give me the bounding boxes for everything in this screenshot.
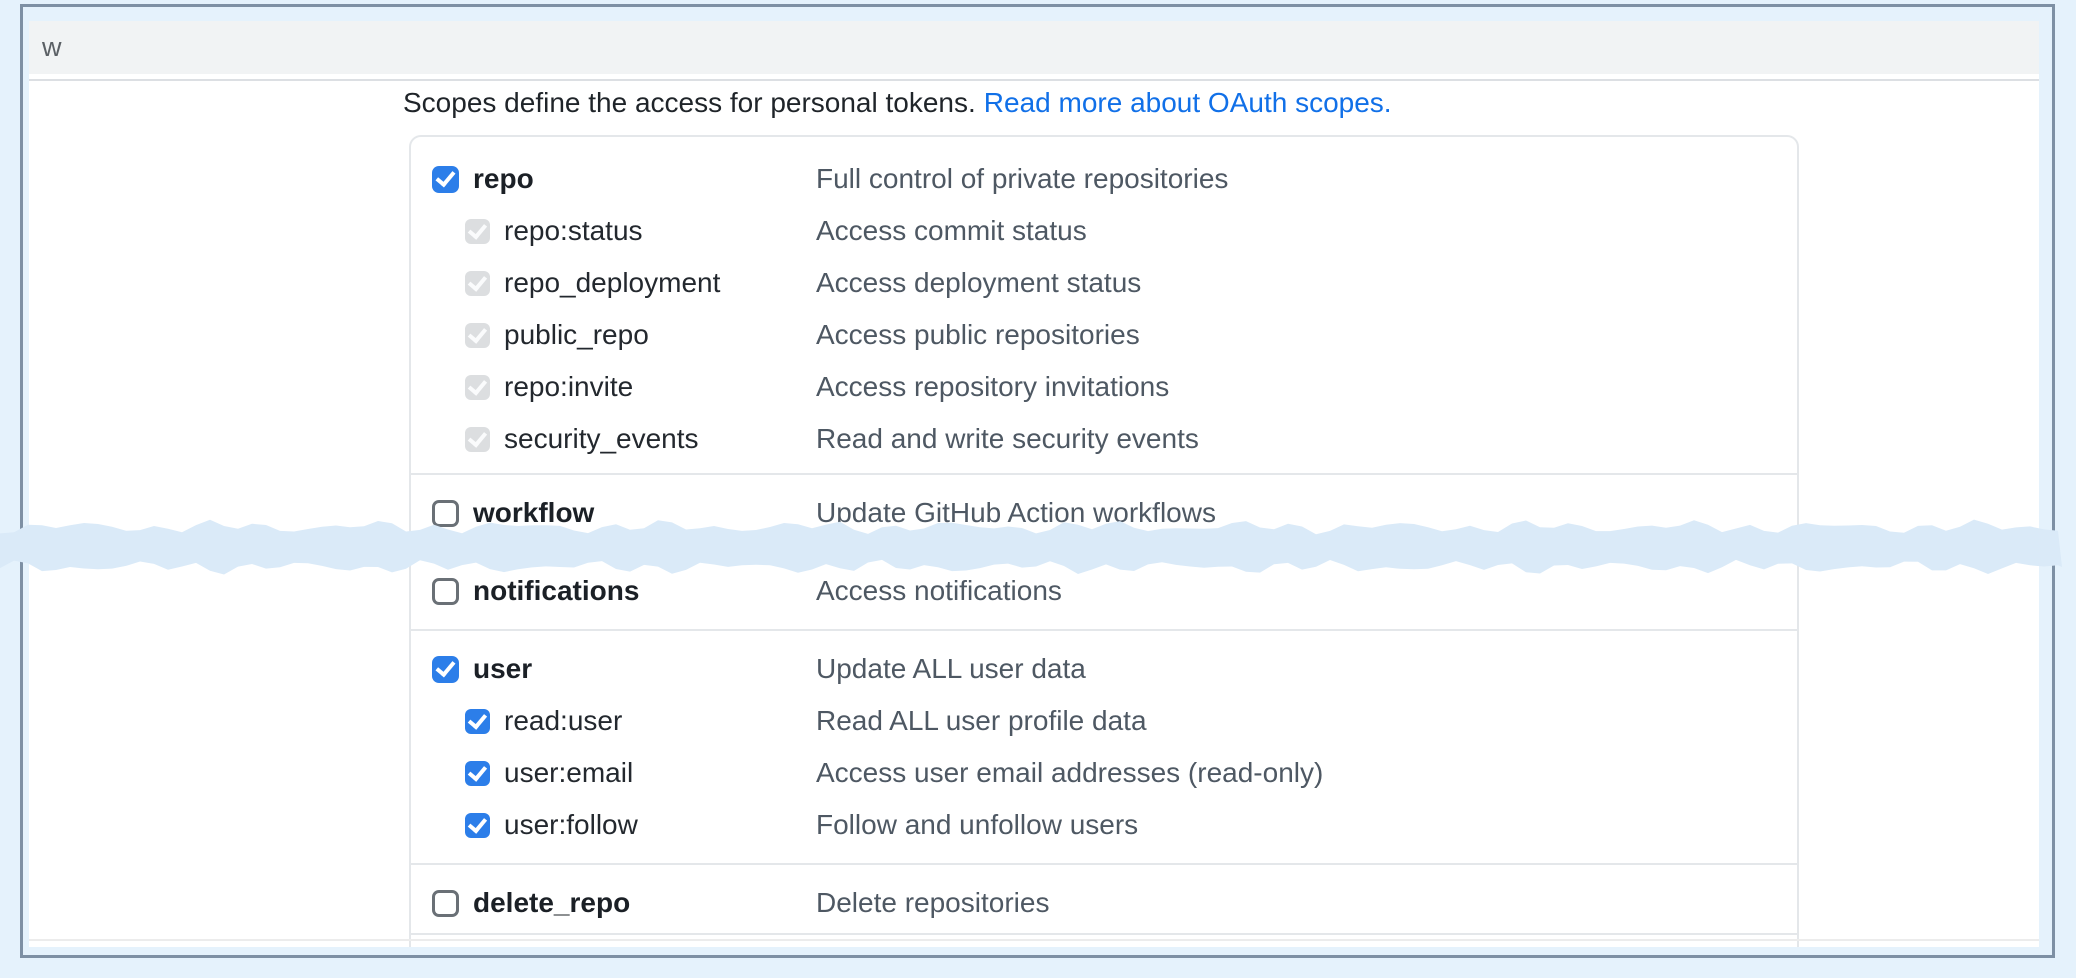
scope-label[interactable]: user:follow (504, 809, 638, 841)
repo-checkbox[interactable] (432, 166, 459, 193)
oauth-scopes-link[interactable]: Read more about OAuth scopes. (984, 87, 1392, 118)
scope-label: repo:invite (504, 371, 633, 403)
content-bottom-divider (29, 939, 2039, 941)
address-bar[interactable] (29, 21, 1436, 74)
scope-row-workflow: workflow Update GitHub Action workflows (411, 487, 1797, 539)
scope-description: Update ALL user data (816, 653, 1086, 685)
user-email-checkbox[interactable] (465, 761, 490, 786)
scope-row-repo-status: repo:status Access commit status (411, 205, 1797, 257)
workflow-checkbox[interactable] (432, 500, 459, 527)
scopes-intro-text: Scopes define the access for personal to… (403, 87, 976, 118)
scope-description: Access deployment status (816, 267, 1141, 299)
read-user-checkbox[interactable] (465, 709, 490, 734)
notifications-checkbox[interactable] (432, 578, 459, 605)
scope-label: repo_deployment (504, 267, 720, 299)
scope-section: user Update ALL user data read:user Read AL… (411, 629, 1797, 863)
scope-row-user-follow: user:follow Follow and unfollow users (411, 799, 1797, 851)
scope-description: Delete repositories (816, 887, 1049, 919)
security-events-checkbox (465, 427, 490, 452)
scopes-box: repo Full control of private repositories… (409, 135, 1799, 947)
scopes-intro: Scopes define the access for personal to… (403, 87, 1392, 119)
page: Scopes define the access for personal to… (0, 0, 2076, 978)
scope-label[interactable]: repo (473, 163, 534, 195)
public-repo-checkbox (465, 323, 490, 348)
browser-window: Scopes define the access for personal to… (20, 4, 2055, 958)
scope-row-security-events: security_events Read and write security e… (411, 413, 1797, 465)
scope-row-public-repo: public_repo Access public repositories (411, 309, 1797, 361)
user-checkbox[interactable] (432, 656, 459, 683)
scope-row-notifications: notifications Access notifications (411, 565, 1797, 617)
scope-description: Read and write security events (816, 423, 1199, 455)
scope-label[interactable]: notifications (473, 575, 639, 607)
scope-description: Read ALL user profile data (816, 705, 1147, 737)
scope-label[interactable]: read:user (504, 705, 622, 737)
scope-section: notifications Access notifications (411, 551, 1797, 629)
scope-description: Follow and unfollow users (816, 809, 1138, 841)
scope-description: Access repository invitations (816, 371, 1169, 403)
scope-description: Update GitHub Action workflows (816, 497, 1216, 529)
scope-label[interactable]: user (473, 653, 532, 685)
scope-description: Access public repositories (816, 319, 1140, 351)
scope-section: repo Full control of private repositories… (411, 137, 1797, 473)
scope-label[interactable]: delete_repo (473, 887, 630, 919)
scope-row-repo: repo Full control of private repositories (411, 153, 1797, 205)
scope-label: public_repo (504, 319, 649, 351)
window-content: Scopes define the access for personal to… (29, 21, 2039, 947)
repo-invite-checkbox (465, 375, 490, 400)
scope-row-user: user Update ALL user data (411, 643, 1797, 695)
repo-deployment-checkbox (465, 271, 490, 296)
scope-row-user-email: user:email Access user email addresses (r… (411, 747, 1797, 799)
scope-row-repo-invite: repo:invite Access repository invitations (411, 361, 1797, 413)
scope-row-repo-deployment: repo_deployment Access deployment status (411, 257, 1797, 309)
scope-label[interactable]: user:email (504, 757, 633, 789)
scope-label: repo:status (504, 215, 643, 247)
scope-description: Access commit status (816, 215, 1087, 247)
delete-repo-checkbox[interactable] (432, 890, 459, 917)
scope-section: delete_repo Delete repositories (411, 863, 1797, 933)
repo-status-checkbox (465, 219, 490, 244)
user-follow-checkbox[interactable] (465, 813, 490, 838)
scope-label: security_events (504, 423, 699, 455)
toolbar-divider (29, 79, 2039, 81)
scope-row-delete-repo: delete_repo Delete repositories (411, 877, 1797, 929)
scope-label[interactable]: workflow (473, 497, 594, 529)
scope-description: Access notifications (816, 575, 1062, 607)
scope-section: workflow Update GitHub Action workflows (411, 473, 1797, 551)
scope-description: Access user email addresses (read-only) (816, 757, 1323, 789)
scope-description: Full control of private repositories (816, 163, 1228, 195)
address-bar-container (29, 21, 2039, 74)
scope-row-read-user: read:user Read ALL user profile data (411, 695, 1797, 747)
